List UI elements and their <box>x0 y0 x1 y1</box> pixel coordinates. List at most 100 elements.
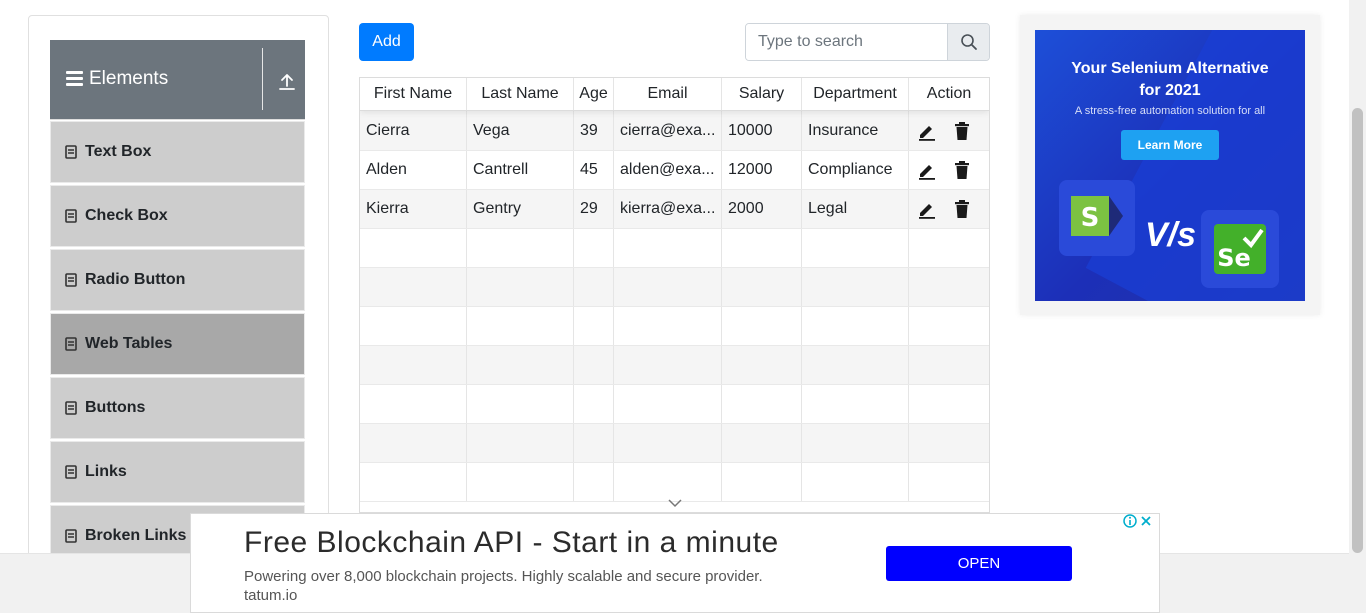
sidebar-item-label: Check Box <box>85 207 168 224</box>
search-icon <box>960 34 977 50</box>
page-scrollbar[interactable] <box>1349 0 1366 613</box>
cell-first-name: Cierra <box>360 111 467 150</box>
table-row: Alden Cantrell 45 alden@exa... 12000 Com… <box>360 151 989 190</box>
sidebar-item-label: Web Tables <box>85 335 173 352</box>
empty-table-row <box>360 463 989 502</box>
list-icon <box>65 145 77 159</box>
list-icon <box>65 465 77 479</box>
ad-bottom[interactable]: Free Blockchain API - Start in a minute … <box>190 513 1160 613</box>
cell-salary: 10000 <box>722 111 802 150</box>
list-icon <box>65 273 77 287</box>
alternative-logo-icon: S <box>1059 180 1135 256</box>
list-icon <box>65 529 77 543</box>
sidebar-item-label: Radio Button <box>85 271 186 288</box>
sidebar-item-label: Buttons <box>85 399 146 416</box>
edit-pencil-icon[interactable] <box>917 160 937 180</box>
group-title: Elements <box>89 68 169 89</box>
cell-last-name: Vega <box>467 111 574 150</box>
ad-open-button[interactable]: OPEN <box>886 546 1072 581</box>
sidebar-item-check-box[interactable]: Check Box <box>50 185 305 247</box>
empty-table-row <box>360 307 989 346</box>
ad-subtitle: A stress-free automation solution for al… <box>1074 105 1266 117</box>
ad-vs-text: V/s <box>1145 216 1197 254</box>
column-header-salary[interactable]: Salary <box>722 78 802 110</box>
list-icon <box>65 209 77 223</box>
add-button[interactable]: Add <box>359 23 414 61</box>
sidebar-item-radio-button[interactable]: Radio Button <box>50 249 305 311</box>
sidebar-item-label: Text Box <box>85 143 152 160</box>
column-header-last-name[interactable]: Last Name <box>467 78 574 110</box>
column-header-first-name[interactable]: First Name <box>360 78 467 110</box>
sidebar-item-buttons[interactable]: Buttons <box>50 377 305 439</box>
sidebar-item-label: Broken Links - <box>85 527 197 544</box>
page: Elements Text Box Check Box Radio Button… <box>0 0 1366 613</box>
table-row: Cierra Vega 39 cierra@exa... 10000 Insur… <box>360 111 989 151</box>
delete-trash-icon[interactable] <box>953 121 971 141</box>
search-box <box>745 23 990 61</box>
sidebar-item-text-box[interactable]: Text Box <box>50 121 305 183</box>
ad-banner[interactable]: Your Selenium Alternative for 2021 A str… <box>1035 30 1305 301</box>
cell-action <box>909 190 989 228</box>
cell-action <box>909 151 989 189</box>
delete-trash-icon[interactable] <box>953 199 971 219</box>
empty-table-row <box>360 385 989 424</box>
list-icon <box>65 337 77 351</box>
cell-age: 45 <box>574 151 614 189</box>
empty-table-row <box>360 346 989 385</box>
ad-title: Your Selenium Alternative for 2021 <box>1035 58 1305 102</box>
cell-email: alden@exa... <box>614 151 722 189</box>
ad-domain: tatum.io <box>244 587 298 604</box>
ad-description: Powering over 8,000 blockchain projects.… <box>244 568 763 585</box>
ad-logo-left-text: S <box>1081 203 1100 233</box>
sidebar-menu: Text Box Check Box Radio Button Web Tabl… <box>50 121 305 569</box>
cell-last-name: Cantrell <box>467 151 574 189</box>
hamburger-icon <box>66 71 83 87</box>
empty-table-row <box>360 229 989 268</box>
header-divider <box>262 48 263 110</box>
search-button[interactable] <box>947 24 989 60</box>
delete-trash-icon[interactable] <box>953 160 971 180</box>
cell-department: Insurance <box>802 111 909 150</box>
cell-email: cierra@exa... <box>614 111 722 150</box>
scrollbar-thumb[interactable] <box>1352 108 1363 553</box>
adchoices-info-icon[interactable] <box>1123 514 1137 528</box>
collapse-up-icon[interactable] <box>278 73 296 91</box>
ad-title-line1: Your Selenium Alternative <box>1071 60 1269 77</box>
empty-table-row <box>360 424 989 463</box>
column-header-email[interactable]: Email <box>614 78 722 110</box>
table-row: Kierra Gentry 29 kierra@exa... 2000 Lega… <box>360 190 989 229</box>
search-input[interactable] <box>746 24 947 60</box>
table-header: First Name Last Name Age Email Salary De… <box>360 78 989 111</box>
cell-salary: 2000 <box>722 190 802 228</box>
ad-headline[interactable]: Free Blockchain API - Start in a minute <box>244 526 779 560</box>
cell-last-name: Gentry <box>467 190 574 228</box>
cell-department: Compliance <box>802 151 909 189</box>
ad-logo-right-text: Se <box>1217 244 1251 272</box>
cell-age: 29 <box>574 190 614 228</box>
ad-right[interactable]: Your Selenium Alternative for 2021 A str… <box>1020 15 1320 315</box>
empty-table-row <box>360 268 989 307</box>
adchoices <box>1123 514 1153 528</box>
edit-pencil-icon[interactable] <box>917 121 937 141</box>
edit-pencil-icon[interactable] <box>917 199 937 219</box>
cell-age: 39 <box>574 111 614 150</box>
elements-group-header[interactable]: Elements <box>50 40 305 120</box>
sidebar-item-label: Links <box>85 463 127 480</box>
cell-first-name: Kierra <box>360 190 467 228</box>
cell-action <box>909 111 989 150</box>
ad-title-line2: for 2021 <box>1139 82 1201 99</box>
cell-department: Legal <box>802 190 909 228</box>
selenium-logo-icon: Se <box>1201 210 1279 288</box>
cell-first-name: Alden <box>360 151 467 189</box>
learn-more-button[interactable]: Learn More <box>1121 130 1219 160</box>
chevron-down-icon[interactable] <box>667 498 683 508</box>
close-ad-icon[interactable] <box>1139 514 1153 528</box>
cell-salary: 12000 <box>722 151 802 189</box>
web-table: First Name Last Name Age Email Salary De… <box>359 77 990 513</box>
column-header-action[interactable]: Action <box>909 78 989 110</box>
sidebar-item-links[interactable]: Links <box>50 441 305 503</box>
column-header-age[interactable]: Age <box>574 78 614 110</box>
list-icon <box>65 401 77 415</box>
sidebar-item-web-tables[interactable]: Web Tables <box>50 313 305 375</box>
column-header-department[interactable]: Department <box>802 78 909 110</box>
